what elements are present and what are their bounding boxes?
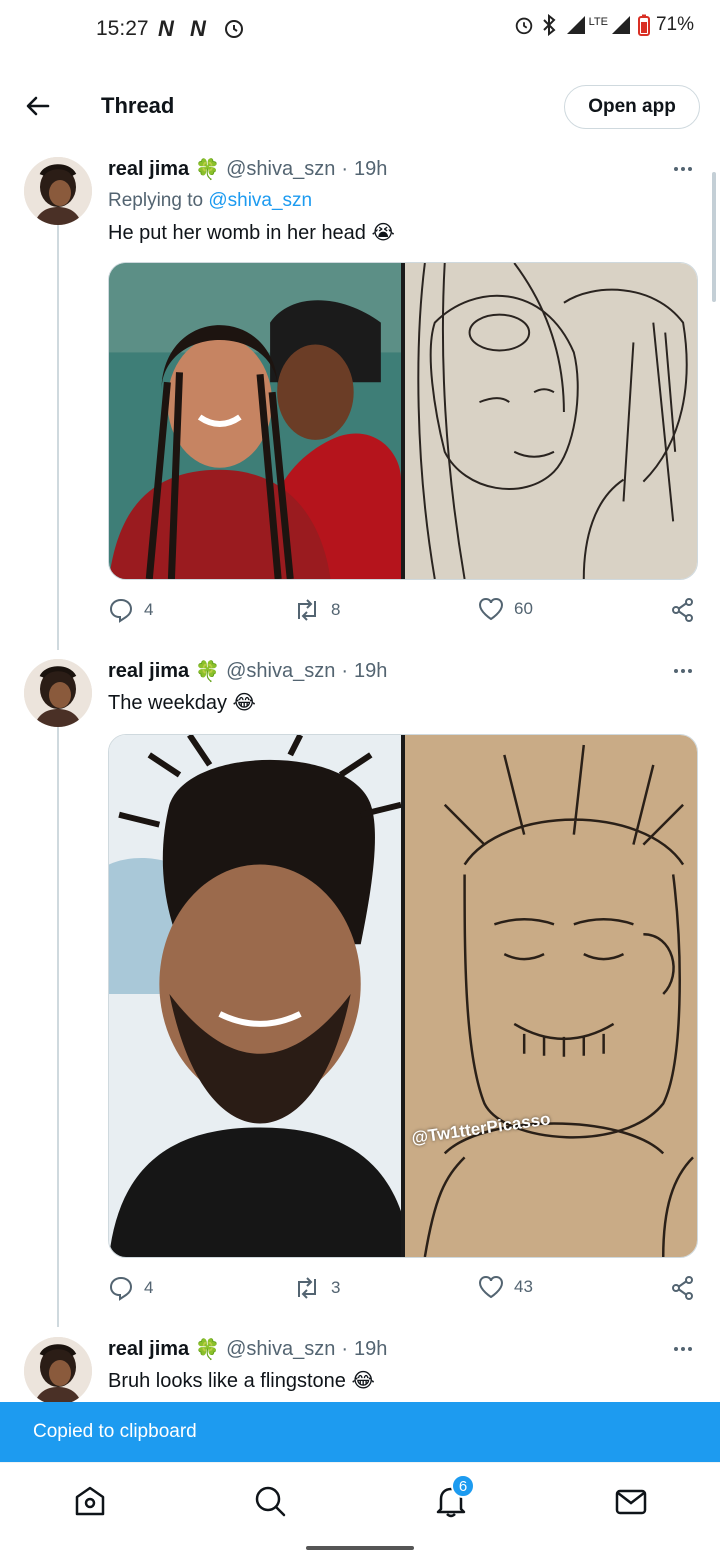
thread-connector [57, 727, 59, 1327]
battery-icon [637, 14, 650, 36]
toast-message: Copied to clipboard [33, 1421, 197, 1442]
like-count: 60 [514, 599, 533, 618]
more-options-icon[interactable] [672, 661, 694, 681]
author-handle[interactable]: @shiva_szn [226, 1338, 335, 1361]
tweet-header: real jima 🍀 @shiva_szn · 19h [108, 1337, 387, 1362]
notifications-badge: 6 [451, 1474, 475, 1498]
author-name[interactable]: real jima [108, 660, 189, 683]
share-icon[interactable] [670, 1275, 696, 1301]
tweet-time[interactable]: 19h [354, 158, 387, 181]
network-n-icon: N [158, 16, 174, 41]
reply-button[interactable]: 4 [108, 1275, 153, 1301]
avatar[interactable] [24, 157, 92, 225]
alarm-icon [225, 20, 243, 38]
author-handle[interactable]: @shiva_szn [226, 158, 335, 181]
separator-dot: · [341, 158, 348, 180]
tweet-media[interactable] [108, 262, 698, 580]
like-button[interactable]: 60 [478, 597, 533, 621]
share-icon[interactable] [670, 597, 696, 623]
reply-button[interactable]: 4 [108, 597, 153, 623]
messages-mail-icon[interactable] [613, 1483, 649, 1519]
tweet-time[interactable]: 19h [354, 660, 387, 683]
media-drawing[interactable] [405, 263, 697, 579]
tweet-actions: 4 8 60 [108, 597, 698, 627]
status-time: 15:27 [96, 17, 149, 40]
bottom-nav [0, 1462, 720, 1538]
author-handle[interactable]: @shiva_szn [226, 660, 335, 683]
home-icon[interactable] [72, 1483, 108, 1519]
tweet-header: real jima 🍀 @shiva_szn · 19h [108, 157, 387, 182]
page-title: Thread [101, 93, 175, 118]
replying-to-handle[interactable]: @shiva_szn [208, 190, 312, 211]
more-options-icon[interactable] [672, 159, 694, 179]
replying-to-label: Replying to [108, 190, 209, 211]
search-icon[interactable] [252, 1483, 288, 1519]
avatar[interactable] [24, 1337, 92, 1405]
retweet-button[interactable]: 3 [293, 1275, 340, 1301]
avatar[interactable] [24, 659, 92, 727]
alarm-icon [515, 17, 532, 35]
tweet-text-body: The weekday [108, 692, 227, 714]
open-app-button[interactable]: Open app [564, 85, 700, 129]
retweet-icon [298, 1277, 316, 1299]
scrollbar[interactable] [712, 172, 716, 302]
separator-dot: · [341, 660, 348, 682]
heart-icon [478, 597, 504, 621]
thread-header: Thread Open app [0, 66, 720, 146]
tweet-text-body: Bruh looks like a flingstone [108, 1370, 346, 1392]
heart-icon [478, 1275, 504, 1299]
tweet-text: Bruh looks like a flingstone 😂 [108, 1368, 375, 1393]
clover-emoji: 🍀 [195, 1339, 221, 1361]
signal-icon [566, 16, 585, 34]
signal-icon [611, 16, 630, 34]
media-photo[interactable] [109, 263, 401, 579]
lte-label: LTE [588, 15, 608, 28]
retweet-count: 8 [331, 600, 341, 619]
status-bar: 15:27 N N LTE 71% [0, 0, 720, 60]
media-photo[interactable] [109, 735, 401, 1257]
network-n-icon: N [190, 16, 206, 41]
battery-percent: 71% [655, 14, 694, 35]
bluetooth-icon [542, 14, 556, 36]
tweet-header: real jima 🍀 @shiva_szn · 19h [108, 659, 387, 684]
crying-emoji: 😭 [371, 222, 395, 244]
retweet-icon [298, 599, 316, 621]
tweet-text: He put her womb in her head 😭 [108, 220, 395, 245]
clover-emoji: 🍀 [195, 159, 221, 181]
tweet-text-body: He put her womb in her head [108, 222, 366, 244]
thread-connector [57, 225, 59, 650]
back-arrow-icon[interactable] [22, 90, 54, 122]
reply-icon [109, 598, 133, 623]
laughing-emoji: 😂 [232, 692, 256, 714]
replying-to: Replying to @shiva_szn [108, 190, 312, 212]
status-right-group: LTE 71% [513, 14, 694, 36]
media-drawing[interactable]: @Tw1tterPicasso [405, 735, 697, 1257]
like-button[interactable]: 43 [478, 1275, 533, 1299]
like-count: 43 [514, 1277, 533, 1296]
tweet-media[interactable]: @Tw1tterPicasso [108, 734, 698, 1258]
tweet-actions: 4 3 43 [108, 1275, 698, 1305]
author-name[interactable]: real jima [108, 158, 189, 181]
reply-icon [109, 1276, 133, 1301]
more-options-icon[interactable] [672, 1339, 694, 1359]
separator-dot: · [341, 1338, 348, 1360]
home-indicator[interactable] [306, 1546, 414, 1550]
retweet-button[interactable]: 8 [293, 597, 340, 623]
retweet-count: 3 [331, 1278, 341, 1297]
reply-count: 4 [144, 600, 154, 619]
author-name[interactable]: real jima [108, 1338, 189, 1361]
reply-count: 4 [144, 1278, 154, 1297]
tweet-time[interactable]: 19h [354, 1338, 387, 1361]
tweet-text: The weekday 😂 [108, 690, 256, 715]
laughing-emoji: 😂 [351, 1370, 375, 1392]
clover-emoji: 🍀 [195, 661, 221, 683]
clipboard-toast[interactable]: Copied to clipboard [0, 1402, 720, 1462]
